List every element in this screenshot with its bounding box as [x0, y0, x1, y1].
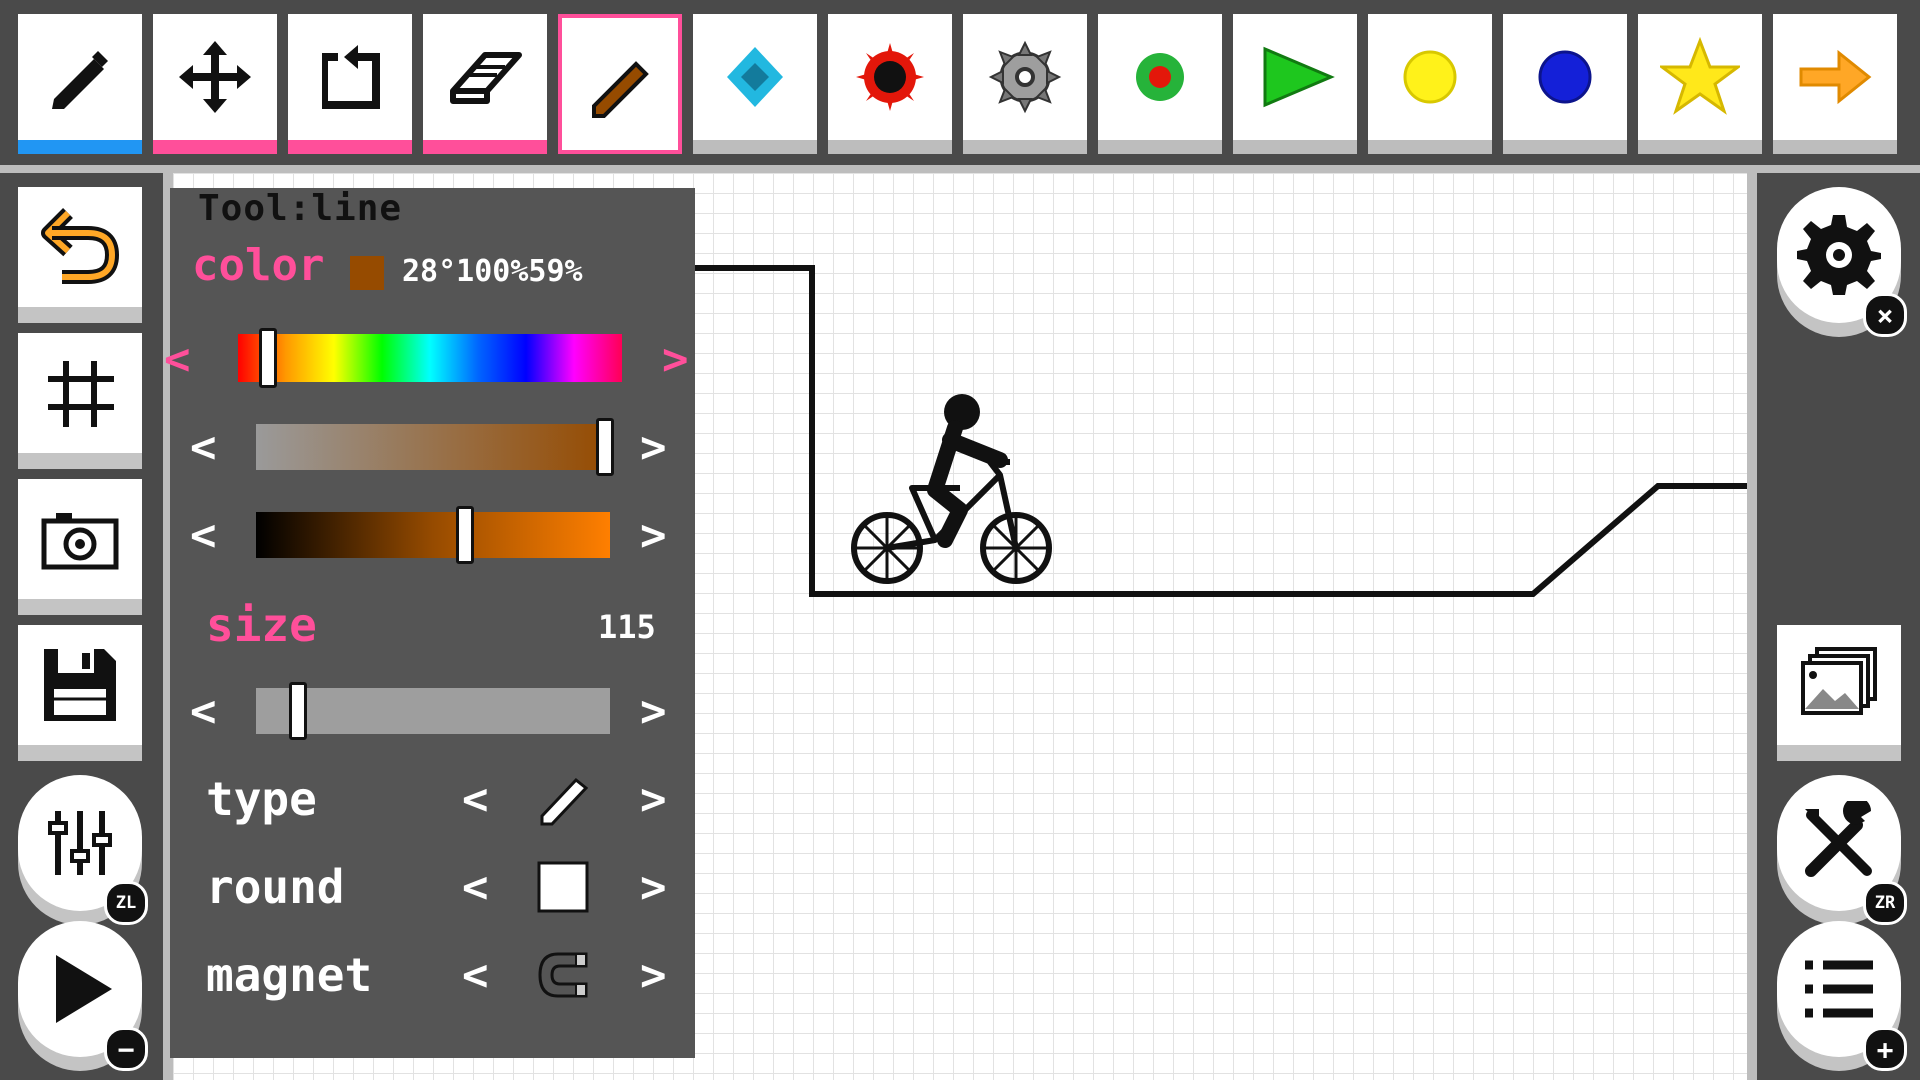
rotate-icon [322, 45, 380, 109]
star-icon [1660, 37, 1740, 115]
size-value: 115 [598, 608, 656, 646]
sliders-icon [48, 811, 112, 875]
size-label: size [206, 598, 317, 652]
tool-flag[interactable] [1233, 14, 1357, 154]
magnet-left-arrow[interactable]: < [462, 954, 489, 998]
save-icon [44, 649, 116, 721]
saturation-right-arrow[interactable]: > [640, 426, 667, 470]
mixer-button[interactable]: ZL [18, 775, 148, 925]
flag-icon [1263, 46, 1335, 108]
undo-icon [41, 208, 120, 284]
left-sidebar: ZL − [0, 173, 163, 1080]
tool-line[interactable] [18, 14, 142, 154]
round-value [536, 860, 590, 914]
grid-icon [48, 361, 114, 427]
menu-list-icon [1805, 960, 1873, 1018]
tool-brown-line[interactable] [558, 14, 682, 154]
right-rail [1747, 173, 1757, 1080]
move-arrows-icon [179, 41, 251, 113]
yellow-circle-icon [1403, 50, 1457, 104]
round-right-arrow[interactable]: > [640, 866, 667, 910]
magnet-value [536, 948, 590, 1002]
tool-yellow-ball[interactable] [1368, 14, 1492, 154]
tool-target[interactable] [1098, 14, 1222, 154]
tool-label: Tool:line [198, 188, 403, 229]
play-icon [56, 955, 112, 1023]
saturation-slider-handle[interactable] [595, 418, 614, 476]
undo-button[interactable] [18, 187, 142, 323]
tool-arrow[interactable] [1773, 14, 1897, 154]
gallery-icon [1801, 647, 1877, 715]
blue-circle-icon [1538, 50, 1592, 104]
right-sidebar: × ZR + [1757, 173, 1920, 1080]
settings-button[interactable]: × [1777, 187, 1907, 337]
tool-blue-ball[interactable] [1503, 14, 1627, 154]
minus-badge: − [104, 1027, 148, 1071]
lightness-slider[interactable] [256, 512, 610, 558]
color-swatch [350, 256, 384, 290]
play-button[interactable]: − [18, 921, 148, 1071]
lightness-left-arrow[interactable]: < [190, 514, 217, 558]
zl-badge: ZL [104, 881, 148, 925]
round-left-arrow[interactable]: < [462, 866, 489, 910]
hue-right-arrow[interactable]: > [662, 338, 689, 382]
tool-eraser[interactable] [423, 14, 547, 154]
save-button[interactable] [18, 625, 142, 761]
tool-diamond[interactable] [693, 14, 817, 154]
lightness-right-arrow[interactable]: > [640, 514, 667, 558]
type-value [536, 772, 590, 826]
target-icon [1136, 53, 1184, 101]
arrow-right-icon [1799, 49, 1872, 105]
type-label: type [206, 772, 317, 826]
round-label: round [206, 860, 345, 914]
toolbar-divider [0, 165, 1920, 173]
tools-button[interactable]: ZR [1777, 775, 1907, 925]
saturation-left-arrow[interactable]: < [190, 426, 217, 470]
saturation-slider[interactable] [256, 424, 610, 470]
magnet-label: magnet [206, 948, 373, 1002]
line-type-icon [540, 777, 589, 826]
hue-slider-handle[interactable] [258, 328, 277, 388]
hue-left-arrow[interactable]: < [164, 338, 191, 382]
magnet-right-arrow[interactable]: > [640, 954, 667, 998]
wrench-screwdriver-icon [1805, 801, 1872, 877]
size-right-arrow[interactable]: > [640, 690, 667, 734]
type-left-arrow[interactable]: < [462, 778, 489, 822]
size-left-arrow[interactable]: < [190, 690, 217, 734]
saw-gear-icon [988, 40, 1062, 114]
plus-badge: + [1863, 1027, 1907, 1071]
gallery-button[interactable] [1777, 625, 1901, 761]
tool-mine[interactable] [828, 14, 952, 154]
tool-saw[interactable] [963, 14, 1087, 154]
tool-rotate[interactable] [288, 14, 412, 154]
tool-move[interactable] [153, 14, 277, 154]
screenshot-button[interactable] [18, 479, 142, 615]
magnet-icon [538, 952, 588, 998]
tool-star[interactable] [1638, 14, 1762, 154]
pencil-line-icon [52, 51, 108, 109]
color-label: color [192, 240, 325, 291]
square-cap-icon [537, 861, 589, 913]
size-slider[interactable] [256, 688, 610, 734]
type-right-arrow[interactable]: > [640, 778, 667, 822]
size-slider-handle[interactable] [289, 682, 308, 740]
tool-properties-panel: Tool:line color 28°100%59% < > < > < > s… [164, 188, 695, 1058]
close-badge: × [1863, 293, 1907, 337]
mine-icon [856, 43, 924, 111]
lightness-slider-handle[interactable] [455, 506, 474, 564]
brown-line-icon [592, 61, 649, 118]
color-readout: 28°100%59% [402, 254, 583, 289]
zr-badge: ZR [1863, 881, 1907, 925]
hue-slider[interactable] [238, 334, 622, 382]
top-toolbar [0, 0, 1920, 165]
gear-icon [1797, 215, 1881, 295]
menu-button[interactable]: + [1777, 921, 1907, 1071]
grid-toggle-button[interactable] [18, 333, 142, 469]
diamond-icon [727, 47, 783, 107]
camera-icon [41, 513, 119, 570]
eraser-icon [450, 52, 522, 104]
